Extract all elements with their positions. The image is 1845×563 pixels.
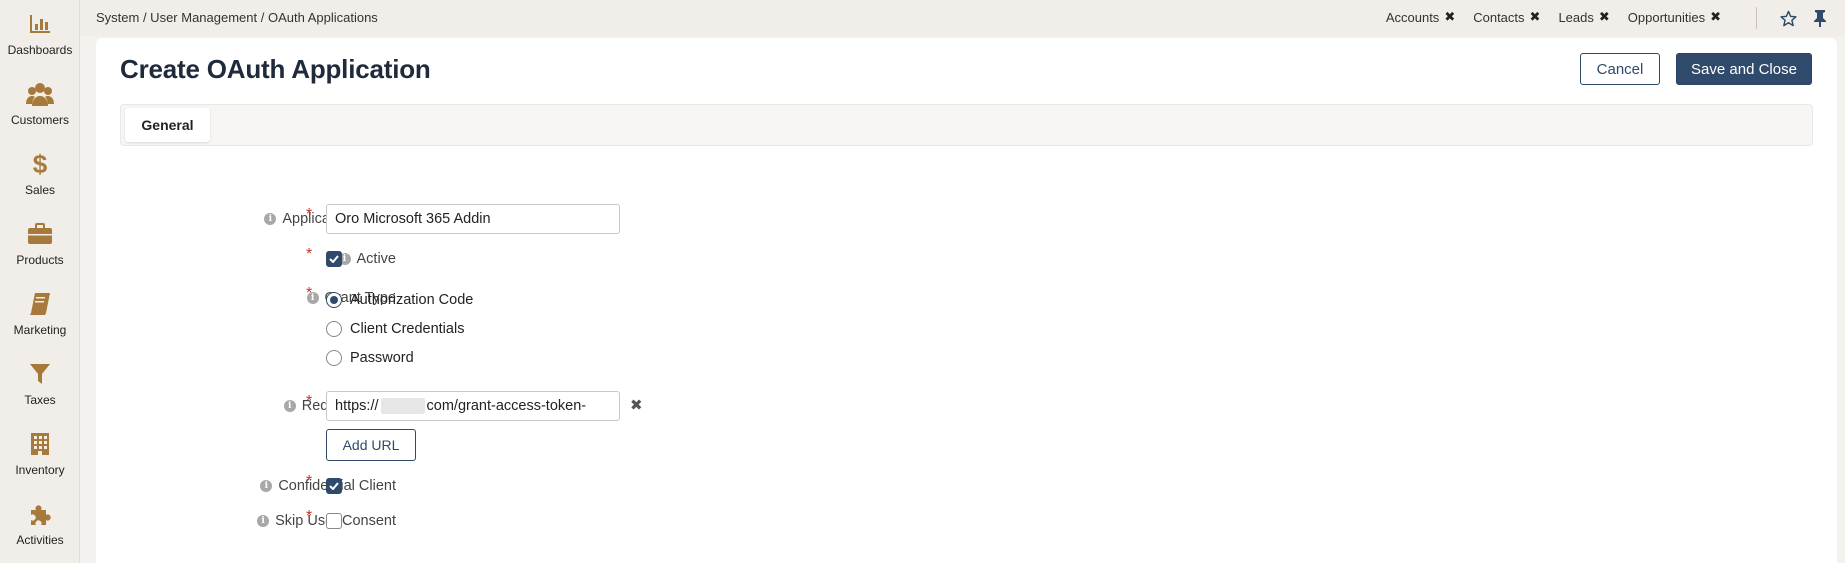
radio-authorization-code[interactable]: Authorization Code <box>326 290 473 310</box>
remove-url-icon[interactable]: ✖ <box>630 396 643 414</box>
sidebar-item-customers[interactable]: Customers <box>0 80 80 127</box>
active-field-wrap <box>326 251 342 267</box>
pinned-tab-label[interactable]: Leads <box>1558 10 1593 25</box>
sidebar-item-label: Products <box>16 253 64 267</box>
book-icon <box>26 290 54 318</box>
pin-icon[interactable] <box>1811 9 1829 27</box>
radio-label[interactable]: Authorization Code <box>350 292 473 308</box>
close-icon[interactable]: ✖ <box>1710 9 1721 25</box>
sidebar-item-label: Inventory <box>15 463 65 477</box>
pinned-tab-accounts[interactable]: Accounts ✖ <box>1386 9 1455 25</box>
url-prefix: https:// <box>335 398 379 414</box>
sidebar-item-dashboards[interactable]: Dashboards <box>0 10 80 57</box>
pinned-tab-opportunities[interactable]: Opportunities ✖ <box>1628 9 1721 25</box>
pinned-tab-contacts[interactable]: Contacts ✖ <box>1473 9 1540 25</box>
application-name-field-wrap <box>326 204 620 234</box>
grant-type-row: i Grant Type * Authorization Code Client… <box>96 285 1837 377</box>
field-label: Active <box>356 251 397 267</box>
users-icon <box>26 80 54 108</box>
skip-user-consent-field-wrap <box>326 513 342 529</box>
confidential-client-checkbox[interactable] <box>326 478 342 494</box>
sidebar-item-label: Customers <box>10 113 69 127</box>
checkmark-icon <box>329 255 339 263</box>
required-marker: * <box>306 206 313 223</box>
radio-label[interactable]: Client Credentials <box>350 321 464 337</box>
sidebar-item-products[interactable]: Products <box>0 220 80 267</box>
sidebar-item-label: Taxes <box>24 393 56 407</box>
info-icon[interactable]: i <box>283 400 296 412</box>
sidebar-item-label: Activities <box>16 533 64 547</box>
skip-user-consent-row: i Skip User Consent * <box>96 506 1837 536</box>
required-marker: * <box>306 393 313 410</box>
pinned-tab-label[interactable]: Accounts <box>1386 10 1439 25</box>
dollar-icon: $ <box>26 150 54 178</box>
sidebar-item-sales[interactable]: $ Sales <box>0 150 80 197</box>
required-marker: * <box>306 285 313 302</box>
sidebar-item-activities[interactable]: Activities <box>0 500 80 547</box>
radio-client-credentials[interactable]: Client Credentials <box>326 319 473 339</box>
breadcrumb[interactable]: System / User Management / OAuth Applica… <box>96 10 378 25</box>
radio-button[interactable] <box>326 321 342 337</box>
application-name-input[interactable] <box>326 204 620 234</box>
url-suffix: com/grant-access-token- <box>426 398 587 414</box>
tab-general[interactable]: General <box>125 108 210 142</box>
close-icon[interactable]: ✖ <box>1530 9 1541 25</box>
checkmark-icon <box>329 482 339 490</box>
sidebar-item-marketing[interactable]: Marketing <box>0 290 80 337</box>
confidential-client-field-wrap <box>326 478 342 494</box>
pinned-tab-leads[interactable]: Leads ✖ <box>1558 9 1609 25</box>
sidebar-item-inventory[interactable]: Inventory <box>0 430 80 477</box>
svg-text:$: $ <box>33 151 48 177</box>
page-title: Create OAuth Application <box>120 54 431 84</box>
active-checkbox[interactable] <box>326 251 342 267</box>
cancel-button[interactable]: Cancel <box>1580 53 1660 85</box>
pinned-tab-label[interactable]: Contacts <box>1473 10 1524 25</box>
redacted-segment <box>380 398 425 414</box>
puzzle-icon <box>26 500 54 528</box>
save-and-close-button[interactable]: Save and Close <box>1676 53 1812 85</box>
required-marker: * <box>306 508 313 525</box>
tab-strip: General <box>120 104 1813 146</box>
required-marker: * <box>306 246 313 263</box>
content-panel: Create OAuth Application Cancel Save and… <box>96 38 1837 563</box>
pinned-tab-label[interactable]: Opportunities <box>1628 10 1705 25</box>
briefcase-icon <box>26 220 54 248</box>
info-icon[interactable]: i <box>260 480 273 492</box>
active-row: i Active * <box>96 244 1837 274</box>
sidebar-item-label: Dashboards <box>7 43 73 57</box>
close-icon[interactable]: ✖ <box>1444 9 1455 25</box>
radio-button[interactable] <box>326 292 342 308</box>
radio-label[interactable]: Password <box>350 350 414 366</box>
pinned-tabs-bar: Accounts ✖ Contacts ✖ Leads ✖ Opportunit… <box>1386 9 1721 25</box>
grant-type-radio-group: Authorization Code Client Credentials Pa… <box>326 290 473 377</box>
building-icon <box>26 430 54 458</box>
redirect-url-field-wrap: https:// com/grant-access-token- ✖ <box>326 391 643 421</box>
redirect-urls-row: i Redirect URLs * https:// com/grant-acc… <box>96 391 1837 467</box>
radio-password[interactable]: Password <box>326 348 473 368</box>
application-name-row: i Application Name * <box>96 204 1837 234</box>
sidebar-item-label: Marketing <box>13 323 67 337</box>
active-label: i Active <box>338 251 397 267</box>
sidebar-item-taxes[interactable]: Taxes <box>0 360 80 407</box>
close-icon[interactable]: ✖ <box>1599 9 1610 25</box>
radio-button[interactable] <box>326 350 342 366</box>
bar-chart-icon <box>26 10 54 38</box>
add-url-button[interactable]: Add URL <box>326 429 416 461</box>
filter-icon <box>26 360 54 388</box>
required-marker: * <box>306 473 313 490</box>
divider <box>1756 7 1757 29</box>
sidebar-item-label: Sales <box>24 183 56 197</box>
redirect-url-input[interactable]: https:// com/grant-access-token- <box>326 391 620 421</box>
star-outline-icon[interactable] <box>1779 9 1797 27</box>
info-icon[interactable]: i <box>257 515 270 527</box>
top-bar: System / User Management / OAuth Applica… <box>80 0 1845 36</box>
main-sidebar: Dashboards Customers $ Sales Products Ma… <box>0 0 80 563</box>
confidential-client-row: i Confidential Client * <box>96 471 1837 501</box>
info-icon[interactable]: i <box>264 213 277 225</box>
skip-user-consent-checkbox[interactable] <box>326 513 342 529</box>
